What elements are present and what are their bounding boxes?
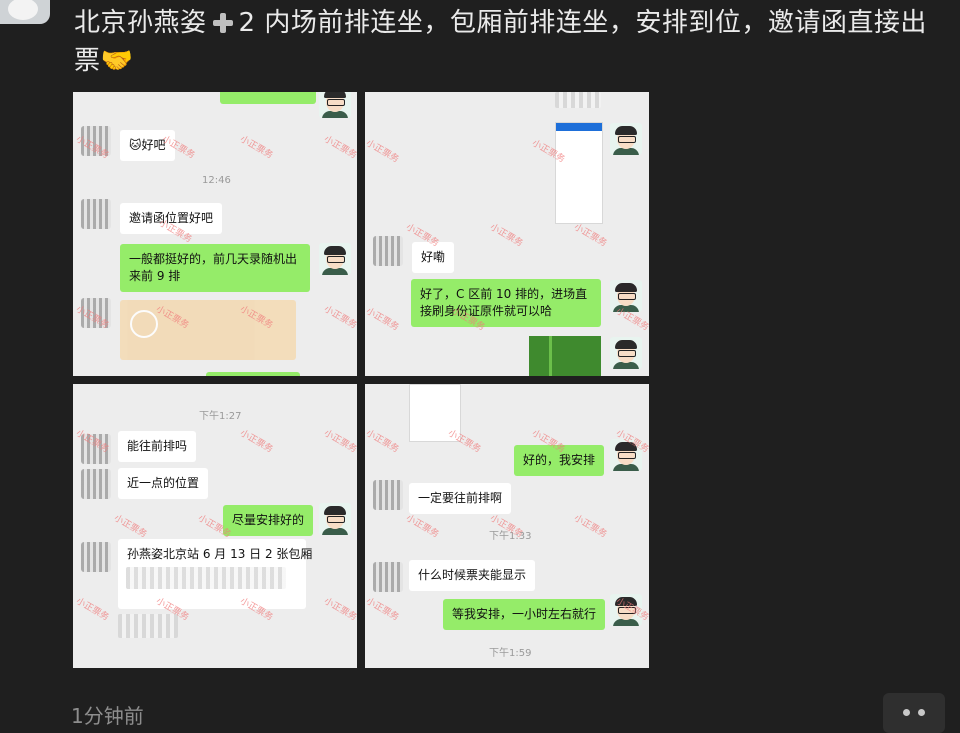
watermark: 小正票务 (365, 306, 401, 334)
watermark: 小正票务 (322, 428, 357, 456)
timestamp: 下午1:59 (489, 648, 532, 659)
poster-avatar[interactable] (0, 0, 50, 24)
user-avatar (319, 92, 351, 118)
chat-screenshot-2[interactable]: 好嘞 好了，C 区前 10 排的，进场直接刷身份证原件就可以哈 小正票务 小正票… (365, 92, 649, 376)
handshake-emoji: 🤝 (100, 46, 134, 76)
more-dots-icon (903, 709, 910, 716)
user-avatar (610, 123, 642, 155)
blurred-content (126, 567, 286, 589)
watermark: 小正票务 (322, 596, 357, 624)
message-text: 孙燕姿北京站 6 月 13 日 2 张包厢 (127, 547, 313, 561)
watermark: 小正票务 (238, 428, 275, 456)
watermark: 小正票务 (112, 513, 149, 541)
contact-avatar (373, 480, 403, 510)
contact-avatar (81, 199, 111, 229)
watermark: 小正票务 (488, 222, 525, 250)
contact-avatar (81, 542, 111, 572)
message-bubble: 好了，C 区前 10 排的，进场直接刷身份证原件就可以哈 (411, 279, 601, 327)
watermark: 小正票务 (238, 134, 275, 162)
post-text: 北京孙燕姿 2 内场前排连坐，包厢前排连坐，安排到位，邀请函直接出票🤝 (74, 4, 944, 80)
watermark: 小正票务 (572, 222, 609, 250)
post-text-start: 北京孙燕姿 (74, 8, 207, 38)
message-bubble: 近一点的位置 (118, 468, 209, 499)
timestamp: 下午1:27 (199, 411, 242, 422)
chat-screenshot-3[interactable]: 下午1:27 能往前排吗 近一点的位置 尽量安排好的 孙燕姿北京站 6 月 13… (73, 384, 357, 668)
contact-avatar (81, 469, 111, 499)
timestamp: 12:46 (202, 175, 231, 186)
partial-bubble (220, 92, 316, 104)
video-thumbnail (529, 336, 601, 376)
user-avatar (610, 337, 642, 369)
watermark: 小正票务 (404, 513, 441, 541)
watermark: 小正票务 (74, 596, 111, 624)
post-timestamp: 1分钟前 (71, 704, 144, 728)
watermark: 小正票务 (446, 428, 483, 456)
check-circle-icon (130, 310, 158, 338)
watermark: 小正票务 (322, 304, 357, 332)
image-grid: 🐱好吧 12:46 邀请函位置好吧 一般都挺好的，前几天录随机出来前 9 排 小… (73, 92, 649, 668)
phone-screenshot-thumbnail (555, 122, 603, 224)
message-bubble: 尽量安排好的 (223, 505, 314, 536)
watermark: 小正票务 (365, 596, 401, 624)
message-bubble: 孙燕姿北京站 6 月 13 日 2 张包厢 (118, 539, 312, 609)
blurred-content (118, 614, 178, 638)
more-dots-icon (918, 709, 925, 716)
watermark: 小正票务 (572, 513, 609, 541)
watermark: 小正票务 (365, 428, 401, 456)
message-bubble: 一般都挺好的，前几天录随机出来前 9 排 (120, 244, 310, 292)
chat-screenshot-1[interactable]: 🐱好吧 12:46 邀请函位置好吧 一般都挺好的，前几天录随机出来前 9 排 小… (73, 92, 357, 376)
contact-avatar (373, 236, 403, 266)
more-button[interactable] (883, 693, 945, 733)
watermark: 小正票务 (322, 134, 357, 162)
plus-icon (212, 13, 233, 33)
user-avatar (319, 243, 351, 275)
chat-screenshot-4[interactable]: 好的，我安排 一定要往前排啊 下午1:33 什么时候票夹能显示 等我安排，一小时… (365, 384, 649, 668)
message-bubble: 一定要往前排啊 (409, 483, 512, 514)
message-bubble: 能往前排吗 (118, 431, 197, 462)
message-bubble: 等我安排，一小时左右就行 (443, 599, 606, 630)
user-avatar (319, 503, 351, 535)
message-bubble: 什么时候票夹能显示 (409, 560, 536, 591)
contact-avatar (373, 562, 403, 592)
partial-bubble (206, 372, 300, 376)
blurred-content (555, 92, 601, 108)
watermark: 小正票务 (365, 138, 401, 166)
